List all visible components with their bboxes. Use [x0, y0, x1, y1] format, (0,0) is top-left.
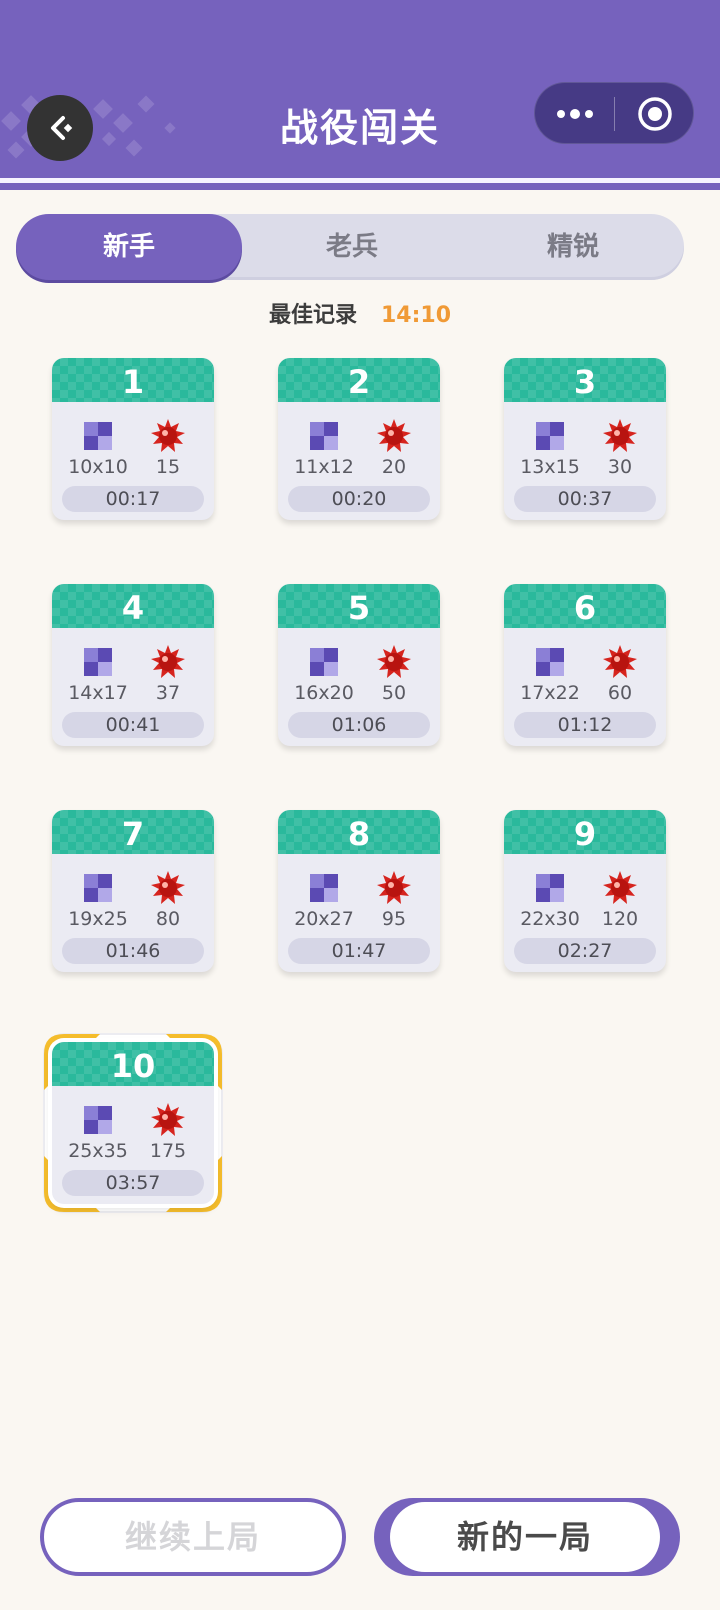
- mine-icon: [377, 419, 411, 452]
- tab-beginner[interactable]: 新手: [16, 214, 242, 280]
- board-size: 25x35: [68, 1140, 128, 1162]
- mine-count: 60: [607, 682, 633, 704]
- board-size: 22x30: [520, 908, 580, 930]
- mine-count: 50: [381, 682, 407, 704]
- new-game-button-label: 新的一局: [390, 1502, 660, 1572]
- level-card-3[interactable]: 3 13x15 30 00:37: [504, 358, 666, 520]
- mine-count: 80: [155, 908, 181, 930]
- mine-count: 95: [381, 908, 407, 930]
- mini-program-capsule: [534, 82, 694, 144]
- grid-size-icon: [84, 1106, 112, 1134]
- level-number: 5: [347, 589, 371, 627]
- board-size: 11x12: [294, 456, 354, 478]
- best-record-value: 14:10: [380, 303, 452, 328]
- level-number: 1: [121, 363, 145, 401]
- grid-size-icon: [84, 648, 112, 676]
- tab-veteran[interactable]: 老兵: [242, 214, 462, 280]
- level-card-5[interactable]: 5 16x20 50 01:06: [278, 584, 440, 746]
- level-card-9[interactable]: 9 22x30 120 02:27: [504, 810, 666, 972]
- best-time: 00:20: [288, 486, 430, 512]
- board-size: 13x15: [520, 456, 580, 478]
- tab-elite[interactable]: 精锐: [462, 214, 684, 280]
- new-game-button[interactable]: 新的一局: [374, 1498, 680, 1576]
- grid-size-icon: [536, 648, 564, 676]
- board-size: 20x27: [294, 908, 354, 930]
- grid-size-icon: [310, 422, 338, 450]
- board-size: 16x20: [294, 682, 354, 704]
- level-number: 7: [121, 815, 145, 853]
- level-number: 6: [573, 589, 597, 627]
- mine-count: 175: [149, 1140, 187, 1162]
- level-card-10[interactable]: 10 25x35 175 03:57: [52, 1042, 214, 1204]
- level-card-1[interactable]: 1 10x10 15 00:17: [52, 358, 214, 520]
- mine-icon: [603, 871, 637, 904]
- header-divider-line: [0, 178, 720, 183]
- level-card-4[interactable]: 4 14x17 37 00:41: [52, 584, 214, 746]
- mine-icon: [377, 645, 411, 678]
- mine-count: 37: [155, 682, 181, 704]
- best-record-label: 最佳记录: [268, 303, 357, 328]
- level-card-7[interactable]: 7 19x25 80 01:46: [52, 810, 214, 972]
- mine-icon: [377, 871, 411, 904]
- more-button[interactable]: [535, 83, 614, 145]
- board-size: 17x22: [520, 682, 580, 704]
- best-time: 01:06: [288, 712, 430, 738]
- mine-icon: [151, 1103, 185, 1136]
- level-card-6[interactable]: 6 17x22 60 01:12: [504, 584, 666, 746]
- best-time: 01:12: [514, 712, 656, 738]
- mine-count: 15: [155, 456, 181, 478]
- best-record: 最佳记录 14:10: [0, 296, 720, 336]
- level-card-8[interactable]: 8 20x27 95 01:47: [278, 810, 440, 972]
- board-size: 19x25: [68, 908, 128, 930]
- close-button[interactable]: [615, 83, 695, 145]
- best-time: 00:17: [62, 486, 204, 512]
- best-time: 00:37: [514, 486, 656, 512]
- best-time: 03:57: [62, 1170, 204, 1196]
- grid-size-icon: [536, 874, 564, 902]
- level-number: 2: [347, 363, 371, 401]
- grid-size-icon: [84, 422, 112, 450]
- mine-icon: [603, 645, 637, 678]
- grid-size-icon: [84, 874, 112, 902]
- board-size: 10x10: [68, 456, 128, 478]
- level-number: 10: [110, 1047, 156, 1085]
- grid-size-icon: [310, 648, 338, 676]
- mine-count: 30: [607, 456, 633, 478]
- grid-size-icon: [310, 874, 338, 902]
- mine-count: 20: [381, 456, 407, 478]
- best-time: 01:46: [62, 938, 204, 964]
- best-time: 02:27: [514, 938, 656, 964]
- difficulty-tab-bar: 新手 老兵 精锐: [16, 214, 684, 280]
- mine-icon: [151, 871, 185, 904]
- best-time: 01:47: [288, 938, 430, 964]
- continue-last-game-button[interactable]: 继续上局: [40, 1498, 346, 1576]
- grid-size-icon: [536, 422, 564, 450]
- level-number: 8: [347, 815, 371, 853]
- level-number: 3: [573, 363, 597, 401]
- board-size: 14x17: [68, 682, 128, 704]
- level-card-2[interactable]: 2 11x12 20 00:20: [278, 358, 440, 520]
- level-number: 9: [573, 815, 597, 853]
- level-number: 4: [121, 589, 145, 627]
- mine-icon: [151, 419, 185, 452]
- mine-icon: [603, 419, 637, 452]
- top-nav-bar: 战役闯关: [0, 0, 720, 178]
- mine-count: 120: [601, 908, 639, 930]
- best-time: 00:41: [62, 712, 204, 738]
- more-dots-icon: [556, 109, 593, 119]
- mine-icon: [151, 645, 185, 678]
- target-close-icon: [638, 97, 672, 131]
